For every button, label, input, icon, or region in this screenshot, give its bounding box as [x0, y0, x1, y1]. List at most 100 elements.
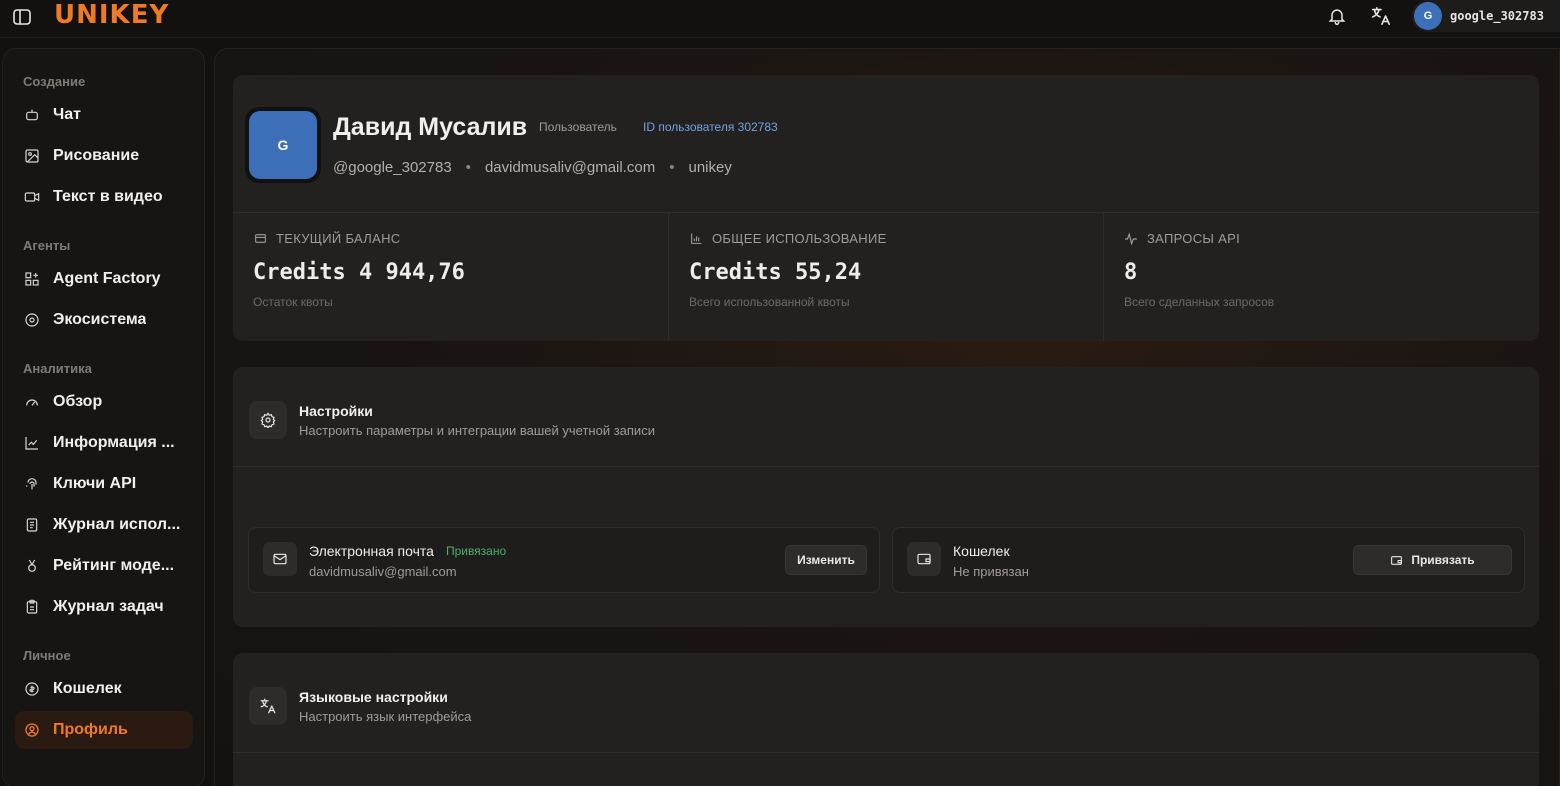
- sidebar-item-label: Профиль: [53, 721, 128, 738]
- profile-handle: @google_302783: [333, 159, 452, 176]
- binding-value: davidmusaliv@gmail.com: [309, 564, 457, 579]
- section-subtitle: Настроить параметры и интеграции вашей у…: [299, 423, 655, 438]
- profile-avatar-frame: G: [245, 107, 321, 183]
- button-label: Привязать: [1411, 553, 1475, 567]
- settings-card: Настройки Настроить параметры и интеграц…: [233, 367, 1539, 627]
- coin-icon: [23, 680, 41, 698]
- ecosystem-icon: [23, 311, 41, 329]
- sidebar-item-label: Agent Factory: [53, 270, 161, 287]
- sidebar-item-label: Информация ...: [53, 434, 175, 451]
- mail-icon: [263, 542, 297, 576]
- sidebar-item-label: Текст в видео: [53, 188, 163, 205]
- email-binding: Электронная почта Привязано davidmusaliv…: [248, 527, 880, 593]
- user-id: ID пользователя 302783: [643, 120, 778, 134]
- profile-meta: @google_302783 • davidmusaliv@gmail.com …: [333, 159, 732, 176]
- sidebar-item-text-to-video[interactable]: Текст в видео: [15, 178, 193, 216]
- sidebar-item-agent-factory[interactable]: Agent Factory: [15, 260, 193, 298]
- fingerprint-icon: [23, 475, 41, 493]
- sidebar-item-label: Ключи API: [53, 475, 137, 492]
- bar-chart-icon: [689, 232, 703, 246]
- binding-value: Не привязан: [953, 564, 1029, 579]
- stat-label: ТЕКУЩИЙ БАЛАНС: [276, 231, 401, 246]
- main-content: G Давид Мусалив Пользователь ID пользова…: [214, 48, 1560, 786]
- binding-title: Электронная почта: [309, 543, 434, 559]
- sidebar-item-drawing[interactable]: Рисование: [15, 137, 193, 175]
- medal-icon: [23, 557, 41, 575]
- wallet-icon: [907, 542, 941, 576]
- sidebar-item-wallet[interactable]: Кошелек: [15, 670, 193, 708]
- sidebar-item-model-rating[interactable]: Рейтинг моде...: [15, 547, 193, 585]
- separator: •: [465, 159, 471, 176]
- section-title-agents: Агенты: [23, 238, 71, 253]
- sidebar-item-label: Рисование: [53, 147, 140, 164]
- stat-balance: ТЕКУЩИЙ БАЛАНС Credits 4 944,76 Остаток …: [233, 213, 668, 341]
- sidebar-item-label: Журнал испол...: [53, 516, 181, 533]
- profile-card: G Давид Мусалив Пользователь ID пользова…: [233, 75, 1539, 341]
- profile-name: Давид Мусалив: [333, 113, 528, 141]
- chat-bot-icon: [23, 106, 41, 124]
- sidebar-item-label: Чат: [53, 106, 81, 123]
- stat-caption: Всего использованной квоты: [689, 295, 850, 309]
- app-logo[interactable]: UNIKEY: [54, 0, 169, 30]
- section-title-analytics: Аналитика: [23, 361, 92, 376]
- wallet-binding: Кошелек Не привязан Привязать: [892, 527, 1525, 593]
- bell-icon[interactable]: [1326, 5, 1348, 27]
- stat-usage: ОБЩЕЕ ИСПОЛЬЗОВАНИЕ Credits 55,24 Всего …: [668, 213, 1103, 341]
- status-badge: Привязано: [445, 544, 507, 558]
- language-settings-card: Языковые настройки Настроить язык интерф…: [233, 653, 1539, 786]
- clipboard-icon: [23, 598, 41, 616]
- sidebar-item-information[interactable]: Информация ...: [15, 424, 193, 462]
- section-title: Языковые настройки: [299, 689, 448, 705]
- sidebar-item-label: Кошелек: [53, 680, 122, 697]
- sidebar-item-label: Обзор: [53, 393, 103, 410]
- separator: •: [669, 159, 675, 176]
- wallet-icon: [1390, 554, 1403, 567]
- link-wallet-button[interactable]: Привязать: [1353, 545, 1512, 575]
- user-menu[interactable]: G google_302783: [1412, 0, 1560, 32]
- chart-line-icon: [23, 434, 41, 452]
- role-badge: Пользователь: [539, 120, 617, 134]
- username: google_302783: [1450, 9, 1544, 23]
- sidebar-item-api-keys[interactable]: Ключи API: [15, 465, 193, 503]
- panel-toggle-icon[interactable]: [12, 7, 32, 27]
- stat-label: ЗАПРОСЫ API: [1147, 231, 1240, 246]
- top-bar: UNIKEY G google_302783: [0, 0, 1560, 38]
- gear-icon: [249, 401, 287, 439]
- sidebar-item-label: Рейтинг моде...: [53, 557, 175, 574]
- grid-plus-icon: [23, 270, 41, 288]
- avatar: G: [1414, 2, 1442, 30]
- stat-value: 8: [1124, 260, 1138, 285]
- sidebar-item-ecosystem[interactable]: Экосистема: [15, 301, 193, 339]
- avatar[interactable]: G: [249, 111, 317, 179]
- change-email-button[interactable]: Изменить: [785, 545, 867, 575]
- translate-icon[interactable]: [1370, 5, 1392, 27]
- translate-icon: [249, 687, 287, 725]
- divider: [233, 466, 1539, 467]
- stat-caption: Остаток квоты: [253, 295, 333, 309]
- profile-email: davidmusaliv@gmail.com: [484, 159, 656, 176]
- sidebar-item-overview[interactable]: Обзор: [15, 383, 193, 421]
- section-title: Настройки: [299, 403, 373, 419]
- sidebar: Создание Чат Рисование Текст в видео Аге…: [2, 48, 205, 786]
- sidebar-item-usage-log[interactable]: Журнал испол...: [15, 506, 193, 544]
- sidebar-item-label: Экосистема: [53, 311, 147, 328]
- activity-icon: [1124, 231, 1138, 246]
- log-icon: [23, 516, 41, 534]
- user-circle-icon: [23, 721, 41, 739]
- stat-value: Credits 55,24: [689, 260, 862, 285]
- stat-value: Credits 4 944,76: [253, 260, 465, 285]
- section-title-creation: Создание: [23, 74, 86, 89]
- binding-title: Кошелек: [953, 543, 1010, 559]
- stat-caption: Всего сделанных запросов: [1124, 295, 1275, 309]
- wallet-icon: [253, 232, 267, 246]
- video-icon: [23, 188, 41, 206]
- divider: [233, 752, 1539, 753]
- profile-group: unikey: [688, 159, 732, 176]
- section-title-personal: Личное: [23, 648, 71, 663]
- image-icon: [23, 147, 41, 165]
- sidebar-item-profile[interactable]: Профиль: [15, 711, 193, 749]
- stat-api-requests: ЗАПРОСЫ API 8 Всего сделанных запросов: [1103, 213, 1538, 341]
- section-subtitle: Настроить язык интерфейса: [299, 709, 472, 724]
- sidebar-item-chat[interactable]: Чат: [15, 96, 193, 134]
- sidebar-item-task-log[interactable]: Журнал задач: [15, 588, 193, 626]
